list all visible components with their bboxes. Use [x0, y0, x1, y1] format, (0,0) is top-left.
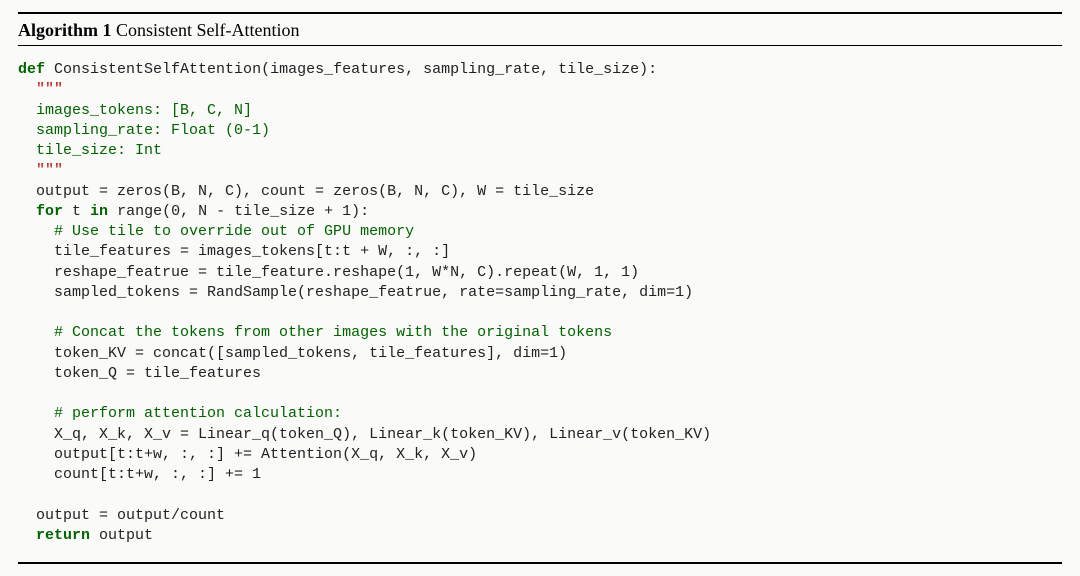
doc-line-1: images_tokens: [B, C, N] — [36, 102, 252, 119]
line-linear: X_q, X_k, X_v = Linear_q(token_Q), Linea… — [54, 426, 711, 443]
line-count: count[t:t+w, :, :] += 1 — [54, 466, 261, 483]
docstring-open: """ — [36, 81, 63, 98]
algorithm-title: Consistent Self-Attention — [116, 20, 300, 40]
fn-params: (images_features, sampling_rate, tile_si… — [261, 61, 657, 78]
doc-line-2: sampling_rate: Float (0-1) — [36, 122, 270, 139]
kw-for: for — [36, 203, 63, 220]
line-tile: tile_features = images_tokens[t:t + W, :… — [54, 243, 450, 260]
algorithm-block: Algorithm 1 Consistent Self-Attention de… — [18, 12, 1062, 564]
comment-2: # Concat the tokens from other images wi… — [54, 324, 612, 341]
line-output: output[t:t+w, :, :] += Attention(X_q, X_… — [54, 446, 477, 463]
for-var: t — [63, 203, 90, 220]
kw-def: def — [18, 61, 45, 78]
line-init: output = zeros(B, N, C), count = zeros(B… — [36, 183, 594, 200]
docstring-close: """ — [36, 162, 63, 179]
doc-line-3: tile_size: Int — [36, 142, 162, 159]
line-reshape: reshape_featrue = tile_feature.reshape(1… — [54, 264, 639, 281]
kw-return: return — [36, 527, 90, 544]
for-iter: range(0, N - tile_size + 1): — [108, 203, 369, 220]
line-sample: sampled_tokens = RandSample(reshape_feat… — [54, 284, 693, 301]
fn-name: ConsistentSelfAttention — [54, 61, 261, 78]
line-kv: token_KV = concat([sampled_tokens, tile_… — [54, 345, 567, 362]
comment-3: # perform attention calculation: — [54, 405, 342, 422]
comment-1: # Use tile to override out of GPU memory — [54, 223, 414, 240]
return-val: output — [90, 527, 153, 544]
line-q: token_Q = tile_features — [54, 365, 261, 382]
algorithm-code: def ConsistentSelfAttention(images_featu… — [18, 46, 1062, 562]
algorithm-title-row: Algorithm 1 Consistent Self-Attention — [18, 14, 1062, 46]
kw-in: in — [90, 203, 108, 220]
line-div: output = output/count — [36, 507, 225, 524]
algorithm-label: Algorithm 1 — [18, 20, 116, 40]
